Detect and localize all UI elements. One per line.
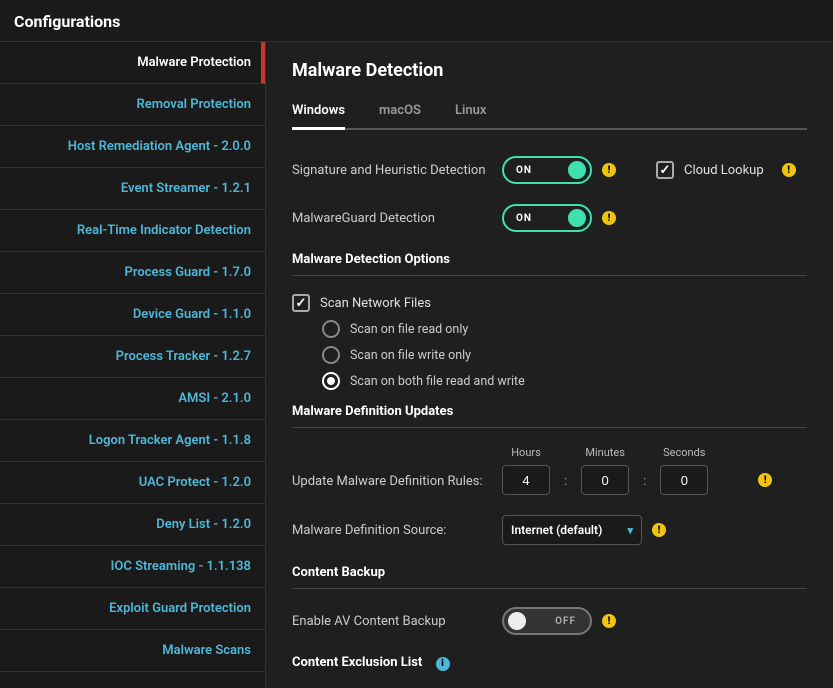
definition-updates-heading: Malware Definition Updates [292, 404, 807, 428]
sidebar-item-uac-protect[interactable]: UAC Protect - 1.2.0 [0, 462, 265, 504]
radio-icon [322, 372, 340, 390]
tab-linux[interactable]: Linux [455, 103, 487, 128]
cloud-lookup-checkbox[interactable]: Cloud Lookup [656, 161, 764, 179]
sidebar: Malware Protection Removal Protection Ho… [0, 42, 266, 688]
toggle-knob [568, 209, 586, 227]
toggle-knob [508, 612, 526, 630]
content-exclusion-heading: Content Exclusion List i [292, 655, 807, 679]
tab-macos[interactable]: macOS [379, 103, 421, 128]
toggle-knob [568, 161, 586, 179]
sidebar-item-ioc-streaming[interactable]: IOC Streaming - 1.1.138 [0, 546, 265, 588]
signature-detection-toggle[interactable]: ON [502, 156, 592, 184]
info-icon[interactable]: ! [602, 614, 616, 628]
scan-write-only-radio[interactable]: Scan on file write only [322, 346, 807, 364]
sidebar-item-amsi[interactable]: AMSI - 2.1.0 [0, 378, 265, 420]
scan-read-only-radio[interactable]: Scan on file read only [322, 320, 807, 338]
checkbox-icon [656, 161, 674, 179]
seconds-label: Seconds [663, 446, 705, 459]
detection-options-heading: Malware Detection Options [292, 252, 807, 276]
sidebar-item-real-time-indicator[interactable]: Real-Time Indicator Detection [0, 210, 265, 252]
malwareguard-toggle[interactable]: ON [502, 204, 592, 232]
main-panel: Malware Detection Windows macOS Linux Si… [266, 42, 833, 688]
sidebar-item-device-guard[interactable]: Device Guard - 1.1.0 [0, 294, 265, 336]
sidebar-item-removal-protection[interactable]: Removal Protection [0, 84, 265, 126]
toggle-state-text: OFF [555, 616, 576, 627]
os-tabs: Windows macOS Linux [292, 103, 807, 130]
chevron-down-icon: ▾ [627, 524, 633, 537]
radio-label: Scan on both file read and write [350, 374, 525, 389]
sidebar-item-malware-scans[interactable]: Malware Scans [0, 630, 265, 672]
sidebar-item-host-remediation-agent[interactable]: Host Remediation Agent - 2.0.0 [0, 126, 265, 168]
info-icon[interactable]: ! [652, 523, 666, 537]
sidebar-item-deny-list[interactable]: Deny List - 1.2.0 [0, 504, 265, 546]
sidebar-item-process-tracker[interactable]: Process Tracker - 1.2.7 [0, 336, 265, 378]
radio-icon [322, 320, 340, 338]
radio-label: Scan on file write only [350, 348, 471, 363]
update-rules-label: Update Malware Definition Rules: [292, 474, 502, 495]
tab-windows[interactable]: Windows [292, 103, 345, 128]
toggle-state-text: ON [516, 213, 532, 224]
scan-network-files-label: Scan Network Files [320, 296, 431, 311]
sidebar-item-logon-tracker-agent[interactable]: Logon Tracker Agent - 1.1.8 [0, 420, 265, 462]
scan-network-files-checkbox[interactable]: Scan Network Files [292, 294, 807, 312]
sidebar-item-exploit-guard-protection[interactable]: Exploit Guard Protection [0, 588, 265, 630]
definition-source-label: Malware Definition Source: [292, 523, 502, 538]
info-icon[interactable]: ! [782, 163, 796, 177]
enable-av-backup-label: Enable AV Content Backup [292, 614, 502, 629]
radio-icon [322, 346, 340, 364]
definition-source-select[interactable]: Internet (default) ▾ [502, 515, 642, 545]
scan-both-radio[interactable]: Scan on both file read and write [322, 372, 807, 390]
sidebar-item-event-streamer[interactable]: Event Streamer - 1.2.1 [0, 168, 265, 210]
info-icon[interactable]: ! [758, 473, 772, 487]
signature-detection-label: Signature and Heuristic Detection [292, 163, 502, 178]
sidebar-item-malware-protection[interactable]: Malware Protection [0, 42, 265, 84]
toggle-state-text: ON [516, 165, 532, 176]
minutes-label: Minutes [585, 446, 625, 459]
cloud-lookup-label: Cloud Lookup [684, 163, 764, 178]
separator: : [556, 474, 575, 495]
hours-label: Hours [511, 446, 541, 459]
content-backup-heading: Content Backup [292, 565, 807, 589]
minutes-input[interactable] [581, 465, 629, 495]
select-value: Internet (default) [511, 523, 602, 537]
info-icon[interactable]: ! [602, 211, 616, 225]
separator: : [635, 474, 654, 495]
info-icon[interactable]: ! [602, 163, 616, 177]
sidebar-item-process-guard[interactable]: Process Guard - 1.7.0 [0, 252, 265, 294]
malwareguard-label: MalwareGuard Detection [292, 211, 502, 226]
page-title: Configurations [0, 0, 833, 41]
enable-av-backup-toggle[interactable]: OFF [502, 607, 592, 635]
main-title: Malware Detection [292, 60, 807, 81]
checkbox-icon [292, 294, 310, 312]
hours-input[interactable] [502, 465, 550, 495]
info-icon[interactable]: i [436, 657, 450, 671]
radio-label: Scan on file read only [350, 322, 468, 337]
seconds-input[interactable] [660, 465, 708, 495]
